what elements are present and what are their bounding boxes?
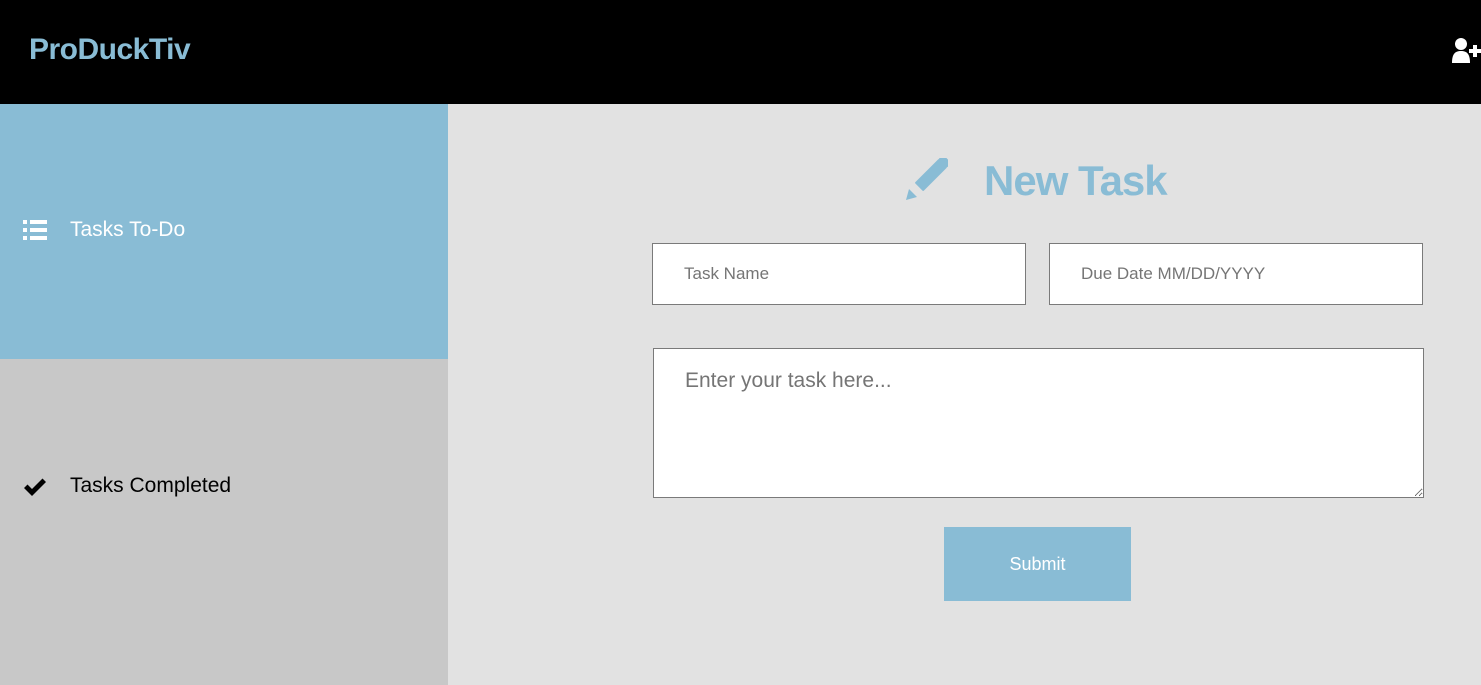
task-description-textarea[interactable] [653,348,1424,498]
sidebar-item-label: Tasks Completed [70,474,232,497]
task-name-input[interactable] [652,243,1026,305]
brand-logo[interactable]: ProDuckTiv [29,30,191,70]
app-header: ProDuckTiv [0,0,1481,104]
user-plus-icon[interactable] [1452,37,1481,65]
sidebar: Tasks To-Do Tasks Completed [0,104,448,685]
checkmark-icon [23,476,47,500]
sidebar-item-label: Tasks To-Do [70,218,186,241]
sidebar-item-tasks-completed[interactable]: Tasks Completed [0,359,448,685]
sidebar-item-tasks-todo[interactable]: Tasks To-Do [0,104,448,359]
page-title: New Task [984,157,1168,204]
due-date-input[interactable] [1049,243,1423,305]
submit-button[interactable]: Submit [944,527,1131,601]
main-panel: New Task Submit [448,104,1481,685]
pencil-icon [904,155,951,202]
list-icon [23,218,47,242]
